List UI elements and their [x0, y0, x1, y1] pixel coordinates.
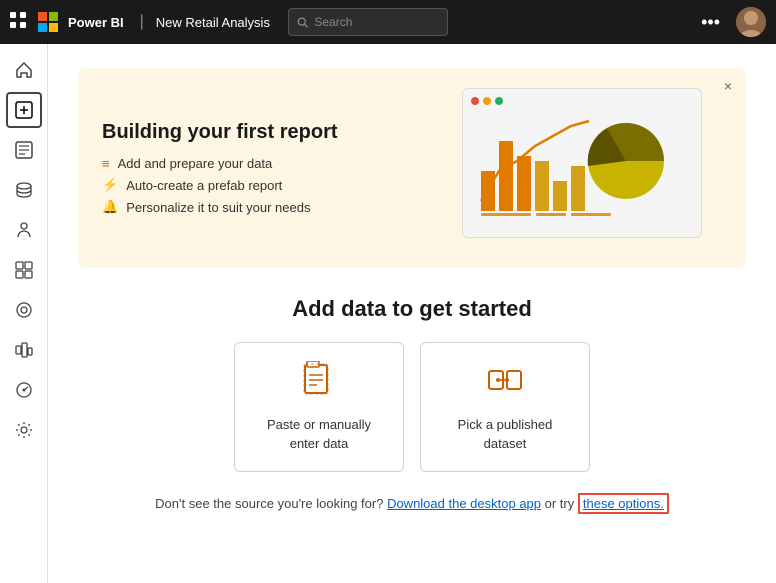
footer-text-middle: or try [545, 496, 578, 511]
banner-steps-list: ≡ Add and prepare your data ⚡ Auto-creat… [102, 156, 442, 215]
published-dataset-icon [485, 361, 525, 406]
sidebar-item-browse[interactable] [6, 132, 42, 168]
nav-divider: | [140, 13, 144, 31]
more-icon[interactable]: ••• [701, 12, 720, 33]
step3-icon: 🔔 [102, 199, 118, 215]
these-options-link[interactable]: these options. [578, 493, 669, 514]
banner-title: Building your first report [102, 121, 442, 144]
chart-window [462, 88, 702, 238]
search-input[interactable] [314, 15, 439, 29]
sidebar-item-datahub[interactable] [6, 172, 42, 208]
sidebar [0, 44, 48, 583]
sidebar-item-deployment[interactable] [6, 332, 42, 368]
avatar[interactable] [736, 7, 766, 37]
content-area: Building your first report ≡ Add and pre… [48, 44, 776, 583]
banner-close-button[interactable]: × [724, 78, 732, 94]
step2-icon: ⚡ [102, 177, 118, 193]
microsoft-logo [38, 12, 58, 32]
report-name: New Retail Analysis [156, 15, 270, 30]
step3-text: Personalize it to suit your needs [126, 200, 310, 215]
banner-step-1: ≡ Add and prepare your data [102, 156, 442, 171]
powerbi-label: Power BI [68, 15, 124, 30]
apps-grid-icon[interactable] [10, 12, 26, 33]
dot-green [495, 97, 503, 105]
sidebar-item-settings[interactable] [6, 412, 42, 448]
paste-data-card[interactable]: Paste or manually enter data [234, 342, 404, 472]
add-data-title: Add data to get started [78, 296, 746, 322]
banner-illustration [462, 88, 722, 248]
published-dataset-label: Pick a published dataset [437, 416, 573, 452]
banner-step-3: 🔔 Personalize it to suit your needs [102, 199, 442, 215]
dot-yellow [483, 97, 491, 105]
step1-icon: ≡ [102, 156, 110, 171]
sidebar-item-metrics[interactable] [6, 372, 42, 408]
sidebar-item-workspaces[interactable] [6, 252, 42, 288]
search-icon [297, 16, 308, 29]
main-layout: Building your first report ≡ Add and pre… [0, 44, 776, 583]
dot-red [471, 97, 479, 105]
step2-text: Auto-create a prefab report [126, 178, 282, 193]
data-cards-container: Paste or manually enter data Pick a publ… [78, 342, 746, 472]
step1-text: Add and prepare your data [118, 156, 273, 171]
download-desktop-app-link[interactable]: Download the desktop app [387, 496, 541, 511]
topbar: Power BI | New Retail Analysis ••• [0, 0, 776, 44]
paste-data-icon [299, 361, 339, 406]
published-dataset-card[interactable]: Pick a published dataset [420, 342, 590, 472]
paste-data-label: Paste or manually enter data [251, 416, 387, 452]
search-box[interactable] [288, 8, 448, 36]
banner-step-2: ⚡ Auto-create a prefab report [102, 177, 442, 193]
banner-text: Building your first report ≡ Add and pre… [102, 121, 442, 215]
getting-started-banner: Building your first report ≡ Add and pre… [78, 68, 746, 268]
footer-text: Don't see the source you're looking for?… [78, 496, 746, 511]
sidebar-item-apps[interactable] [6, 212, 42, 248]
sidebar-item-learn[interactable] [6, 292, 42, 328]
sidebar-item-home[interactable] [6, 52, 42, 88]
window-dots [471, 97, 693, 105]
sidebar-item-create[interactable] [6, 92, 42, 128]
footer-text-before: Don't see the source you're looking for? [155, 496, 383, 511]
chart-svg [471, 111, 681, 219]
